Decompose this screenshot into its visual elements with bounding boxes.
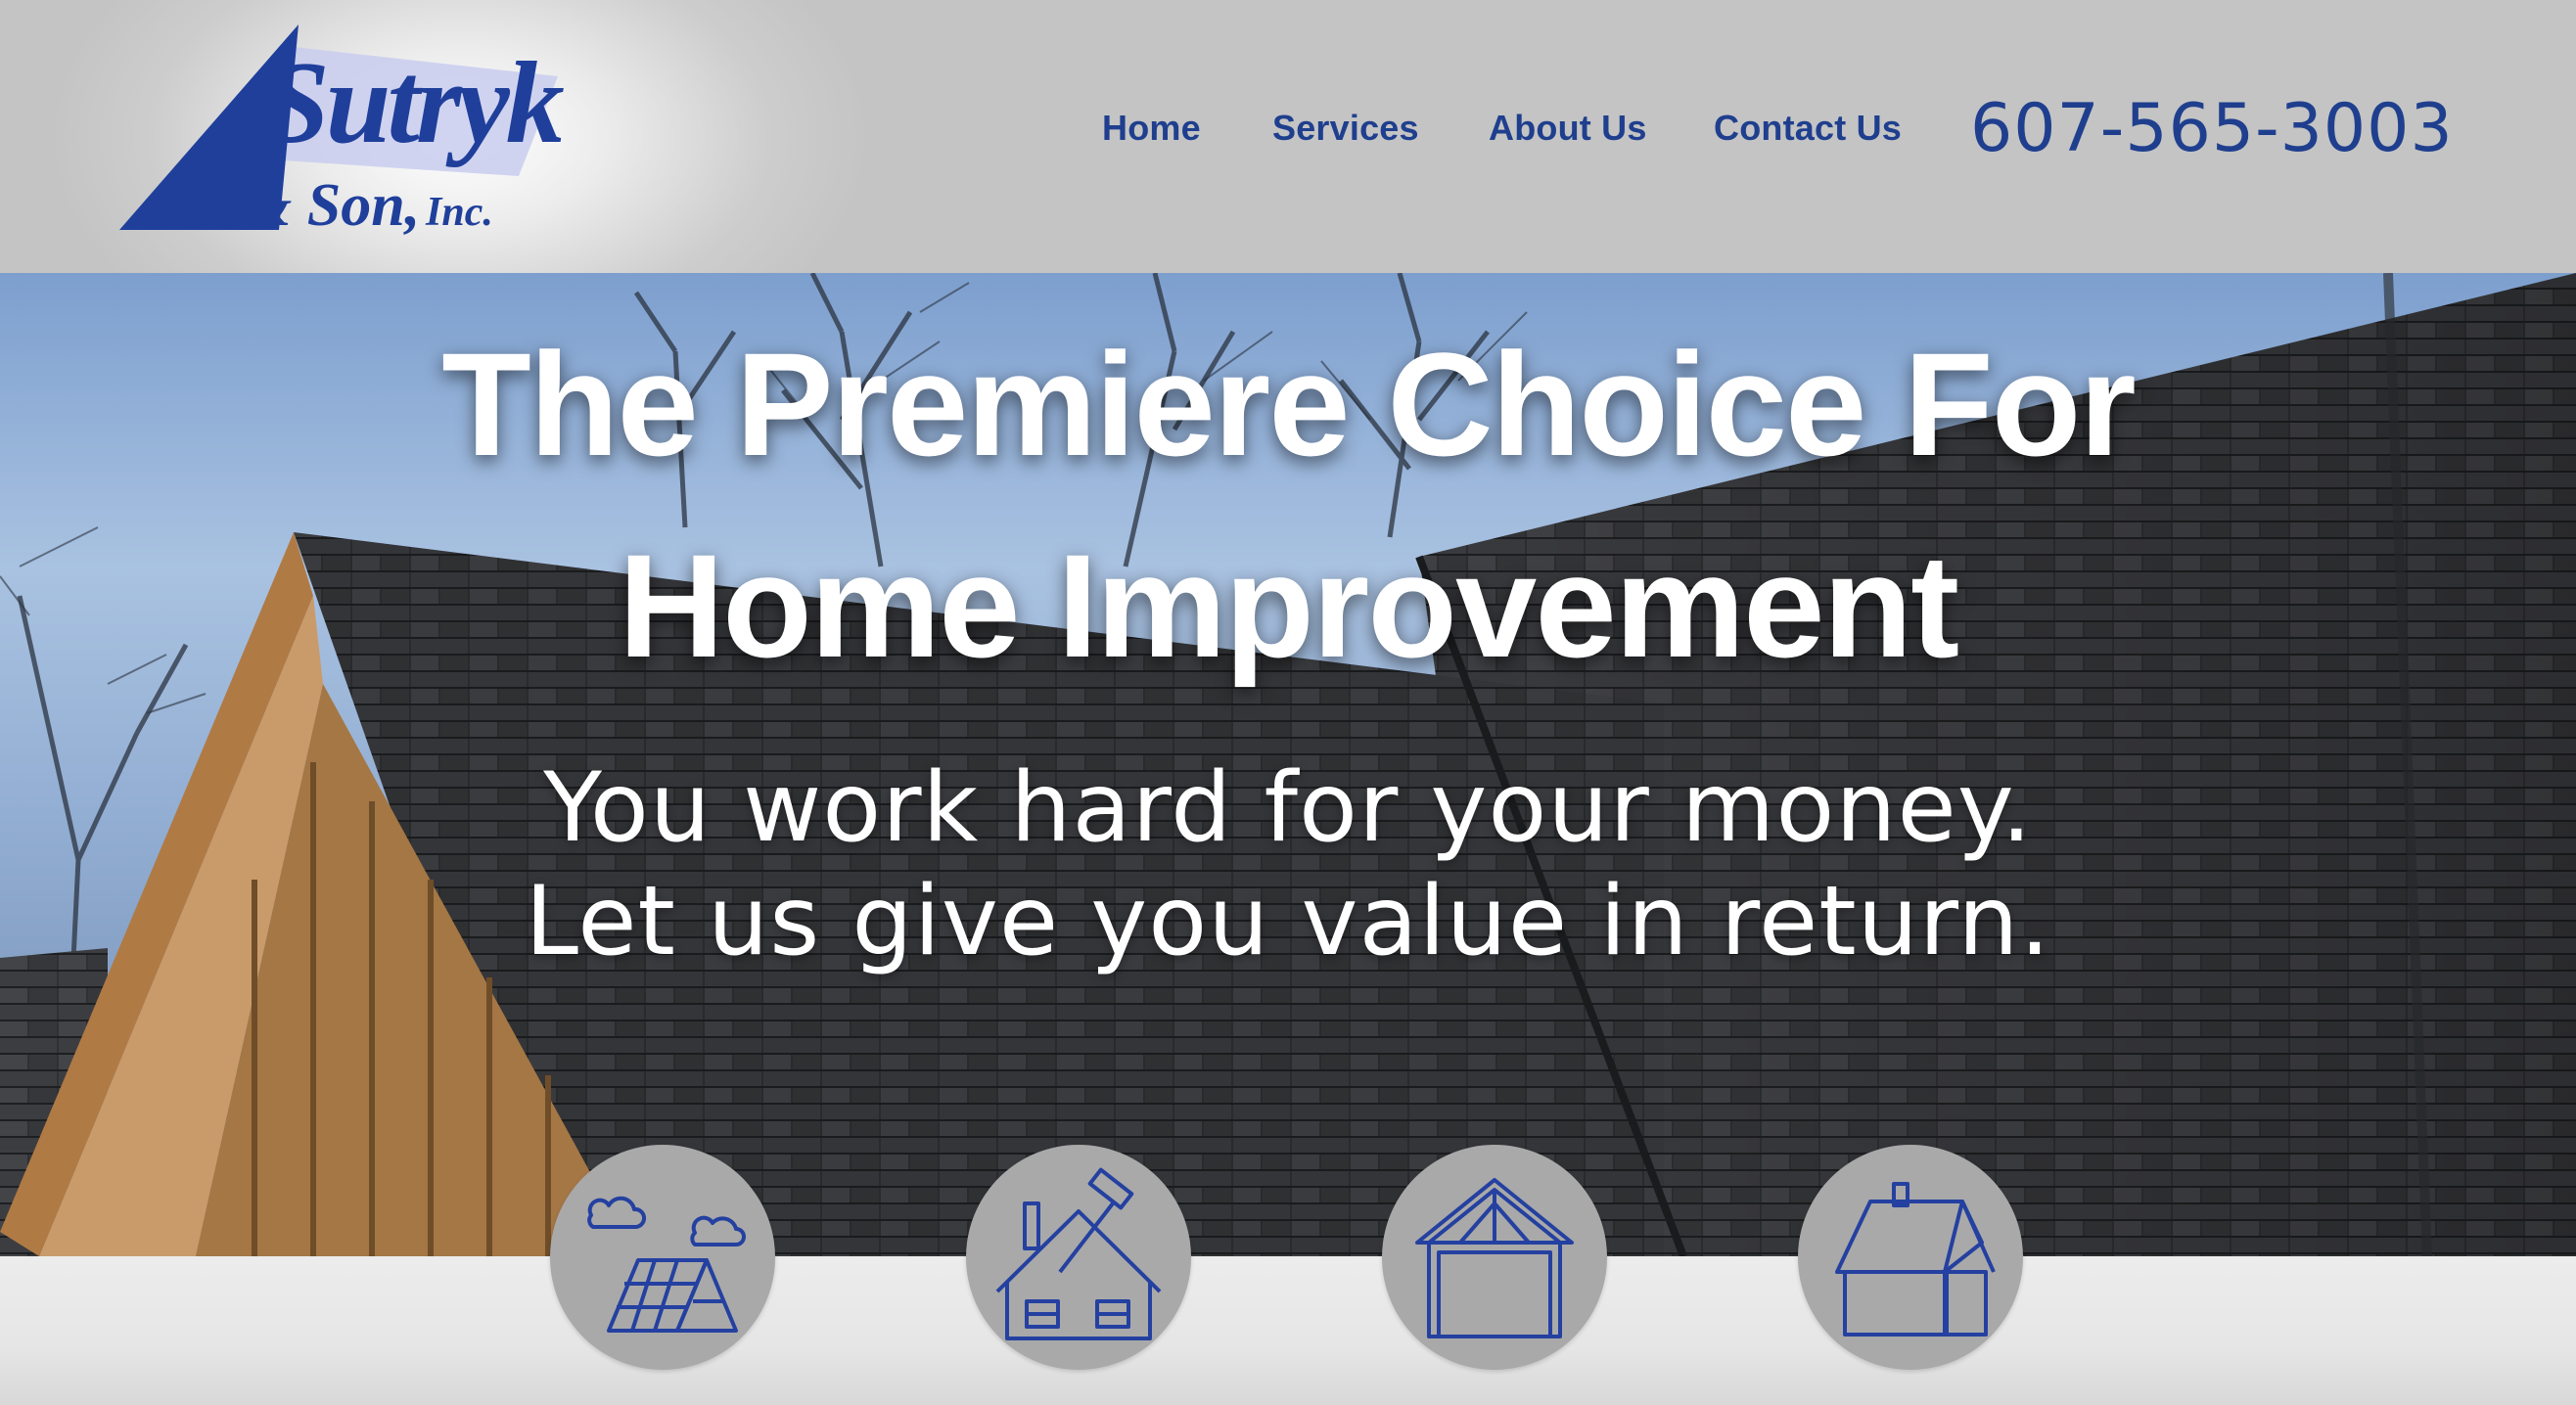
svg-text:Inc.: Inc. xyxy=(425,190,493,235)
nav-home[interactable]: Home xyxy=(1102,108,1201,149)
hero-banner: The Premiere Choice For Home Improvement… xyxy=(0,273,2576,1256)
services-strip xyxy=(0,1256,2576,1405)
site-header: Sutryk & Son, Inc. Home Services About U… xyxy=(0,0,2576,273)
nav-about-us[interactable]: About Us xyxy=(1489,108,1647,149)
phone-number-link[interactable]: 607-565-3003 xyxy=(1970,90,2454,167)
house-repair-hammer-icon xyxy=(995,1167,1162,1340)
hero-subtitle-line-1: You work hard for your money. xyxy=(543,752,2033,864)
svg-text:& Son,: & Son, xyxy=(245,172,420,239)
service-solar-roofing[interactable] xyxy=(550,1145,775,1370)
hero-title-line-1: The Premiere Choice For xyxy=(441,322,2137,486)
svg-text:Sutryk: Sutryk xyxy=(264,37,565,167)
nav-contact-us[interactable]: Contact Us xyxy=(1714,108,1902,149)
solar-roof-icon xyxy=(587,1196,746,1333)
hero-subtitle-line-2: Let us give you value in return. xyxy=(525,866,2051,977)
company-logo[interactable]: Sutryk & Son, Inc. xyxy=(108,20,617,245)
service-roofing[interactable] xyxy=(1798,1145,2023,1370)
house-chimney-icon xyxy=(1835,1182,1996,1337)
service-framing[interactable] xyxy=(1382,1145,1607,1370)
house-framing-icon xyxy=(1415,1178,1574,1338)
service-home-repair[interactable] xyxy=(966,1145,1191,1370)
hero-title-line-2: Home Improvement xyxy=(618,523,1959,688)
nav-services[interactable]: Services xyxy=(1272,108,1419,149)
